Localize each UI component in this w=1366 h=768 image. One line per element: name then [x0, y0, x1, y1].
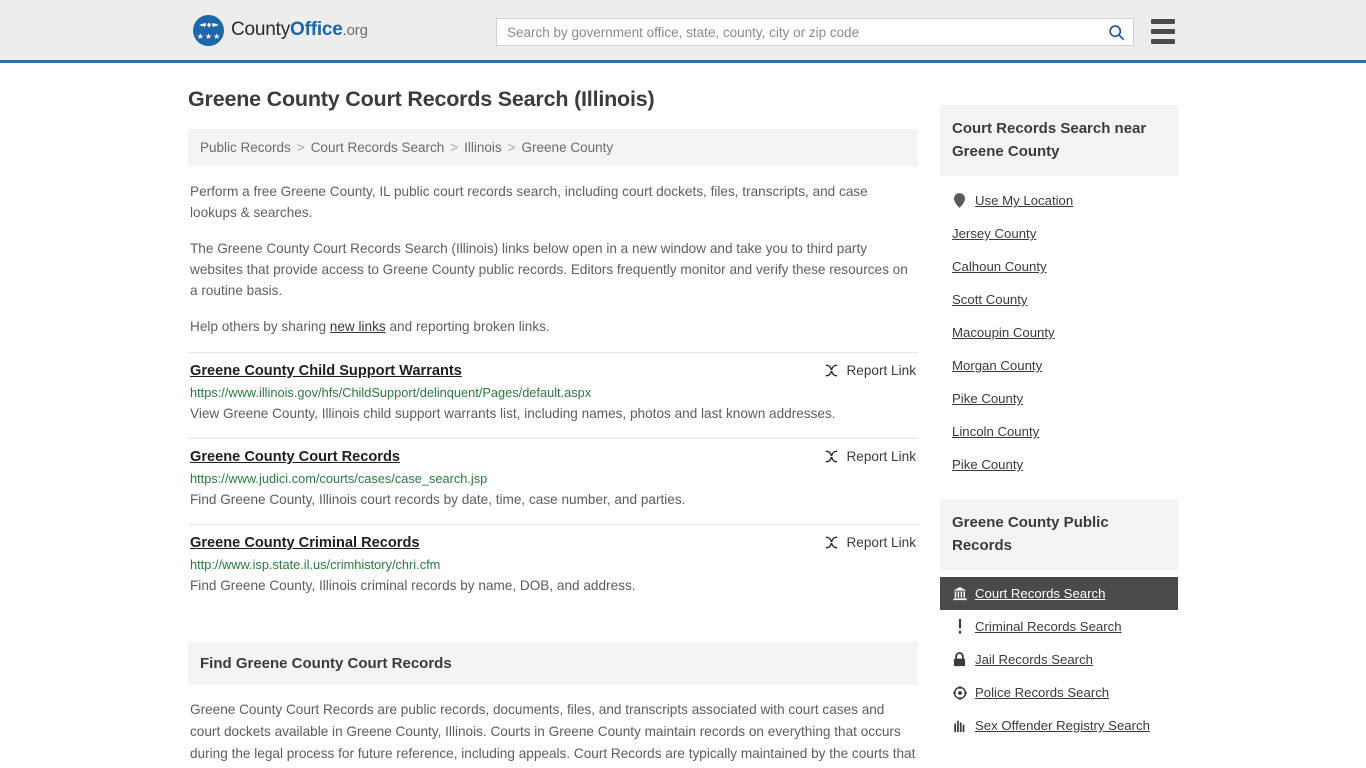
logo-text-office: Office — [290, 19, 343, 40]
sidebar-item-label: Police Records Search — [975, 685, 1110, 700]
search-icon — [1108, 24, 1124, 40]
intro-paragraph-3: Help others by sharing new links and rep… — [188, 316, 918, 337]
find-records-body: Greene County Court Records are public r… — [190, 702, 916, 761]
find-records-section-header: Find Greene County Court Records — [188, 642, 918, 685]
sidebar-item-jail-records-search[interactable]: Jail Records Search — [940, 643, 1178, 676]
result-url: https://www.illinois.gov/hfs/ChildSuppor… — [190, 385, 592, 400]
sidebar-item-label: Court Records Search — [975, 586, 1106, 601]
police-badge-icon — [952, 685, 967, 700]
three-stars-icon: ★ ★ ★ — [196, 31, 221, 41]
broken-link-icon — [826, 536, 838, 549]
result-title-link[interactable]: Greene County Court Records — [190, 449, 400, 465]
breadcrumb-item-public-records[interactable]: Public Records — [200, 140, 291, 155]
report-link-button[interactable]: Report Link — [812, 449, 916, 464]
breadcrumb-separator: > — [507, 140, 516, 155]
site-logo[interactable]: ★ ★ ★ CountyOffice.org — [193, 14, 368, 46]
report-link-label: Report Link — [846, 449, 916, 464]
result-description: View Greene County, Illinois child suppo… — [190, 406, 836, 421]
result-item: Greene County Child Support Warrants Rep… — [188, 352, 918, 438]
sidebar-item-criminal-records-search[interactable]: Criminal Records Search — [940, 610, 1178, 643]
nearby-county-label: Jersey County — [952, 226, 1037, 241]
site-header: ★ ★ ★ CountyOffice.org — [0, 0, 1366, 63]
sidebar: Court Records Search near Greene County … — [940, 87, 1178, 742]
public-records-list: Court Records Search Criminal Records Se… — [940, 570, 1178, 742]
search-button[interactable] — [1099, 19, 1133, 45]
nearby-county-label: Lincoln County — [952, 424, 1040, 439]
hamburger-menu-icon[interactable] — [1151, 19, 1175, 44]
sidebar-item-label: Jail Records Search — [975, 652, 1094, 667]
result-item: Greene County Court Records Report Link … — [188, 438, 918, 524]
sidebar-item-court-records-search[interactable]: Court Records Search — [940, 577, 1178, 610]
report-link-label: Report Link — [846, 363, 916, 378]
map-pin-icon — [952, 193, 967, 208]
broken-link-icon — [826, 450, 838, 463]
nearby-county-link[interactable]: Macoupin County — [940, 316, 1178, 349]
report-link-button[interactable]: Report Link — [812, 363, 916, 378]
fingerprint-icon — [952, 718, 967, 733]
nearby-county-label: Pike County — [952, 391, 1024, 406]
sidebar-item-police-records-search[interactable]: Police Records Search — [940, 676, 1178, 709]
intro-text: Perform a free Greene County, IL public … — [188, 181, 918, 337]
result-url: http://www.isp.state.il.us/crimhistory/c… — [190, 557, 441, 572]
share-text-before: Help others by sharing — [190, 319, 330, 334]
breadcrumb-separator: > — [450, 140, 459, 155]
breadcrumb-item-court-records-search[interactable]: Court Records Search — [311, 140, 445, 155]
breadcrumb-item-illinois[interactable]: Illinois — [464, 140, 502, 155]
broken-link-icon — [826, 364, 838, 377]
main-content: Greene County Court Records Search (Illi… — [188, 87, 918, 768]
nearby-county-label: Morgan County — [952, 358, 1043, 373]
nearby-county-list: Use My Location Jersey County Calhoun Co… — [940, 176, 1178, 481]
use-my-location-label: Use My Location — [975, 193, 1074, 208]
nearby-county-link[interactable]: Scott County — [940, 283, 1178, 316]
logo-text-county: County — [231, 19, 291, 40]
result-description: Find Greene County, Illinois criminal re… — [190, 578, 636, 593]
find-records-heading: Find Greene County Court Records — [200, 655, 452, 672]
nearby-county-label: Calhoun County — [952, 259, 1047, 274]
result-description: Find Greene County, Illinois court recor… — [190, 492, 686, 507]
intro-paragraph-2: The Greene County Court Records Search (… — [190, 241, 908, 298]
nearby-county-link[interactable]: Lincoln County — [940, 415, 1178, 448]
nearby-county-link[interactable]: Pike County — [940, 448, 1178, 481]
use-my-location-button[interactable]: Use My Location — [940, 184, 1178, 217]
page-body: Greene County Court Records Search (Illi… — [0, 63, 1366, 768]
breadcrumb-item-greene-county[interactable]: Greene County — [522, 140, 614, 155]
search-bar[interactable] — [496, 18, 1134, 46]
sidebar-item-sex-offender-registry-search[interactable]: Sex Offender Registry Search — [940, 709, 1178, 742]
share-text-after: and reporting broken links. — [385, 319, 550, 334]
logo-text: CountyOffice.org — [231, 19, 368, 41]
result-title-link[interactable]: Greene County Criminal Records — [190, 535, 420, 551]
result-url: https://www.judici.com/courts/cases/case… — [190, 471, 488, 486]
nearby-county-label: Scott County — [952, 292, 1028, 307]
new-links-link[interactable]: new links — [330, 319, 386, 334]
nearby-county-label: Macoupin County — [952, 325, 1055, 340]
courthouse-icon — [952, 586, 967, 601]
eagle-emblem-icon: ★ ★ ★ — [193, 14, 224, 46]
public-records-panel-title: Greene County Public Records — [940, 499, 1178, 570]
result-title-link[interactable]: Greene County Child Support Warrants — [190, 363, 462, 379]
nearby-county-link[interactable]: Morgan County — [940, 349, 1178, 382]
result-item: Greene County Criminal Records Report Li… — [188, 524, 918, 610]
sidebar-item-label: Sex Offender Registry Search — [975, 718, 1150, 733]
sidebar-item-label: Criminal Records Search — [975, 619, 1122, 634]
report-link-label: Report Link — [846, 535, 916, 550]
nearby-search-panel-title: Court Records Search near Greene County — [940, 105, 1178, 176]
breadcrumb: Public Records > Court Records Search > Illi… — [188, 129, 918, 166]
exclamation-icon — [952, 619, 967, 634]
intro-paragraph-1: Perform a free Greene County, IL public … — [190, 184, 868, 220]
page-title: Greene County Court Records Search (Illi… — [188, 87, 655, 111]
breadcrumb-separator: > — [296, 140, 305, 155]
nearby-county-label: Pike County — [952, 457, 1024, 472]
eagle-wings-icon — [198, 22, 219, 27]
lock-icon — [952, 652, 967, 667]
nearby-county-link[interactable]: Calhoun County — [940, 250, 1178, 283]
nearby-county-link[interactable]: Pike County — [940, 382, 1178, 415]
report-link-button[interactable]: Report Link — [812, 535, 916, 550]
nearby-county-link[interactable]: Jersey County — [940, 217, 1178, 250]
logo-text-org: .org — [342, 22, 368, 39]
search-input[interactable] — [497, 19, 1099, 45]
